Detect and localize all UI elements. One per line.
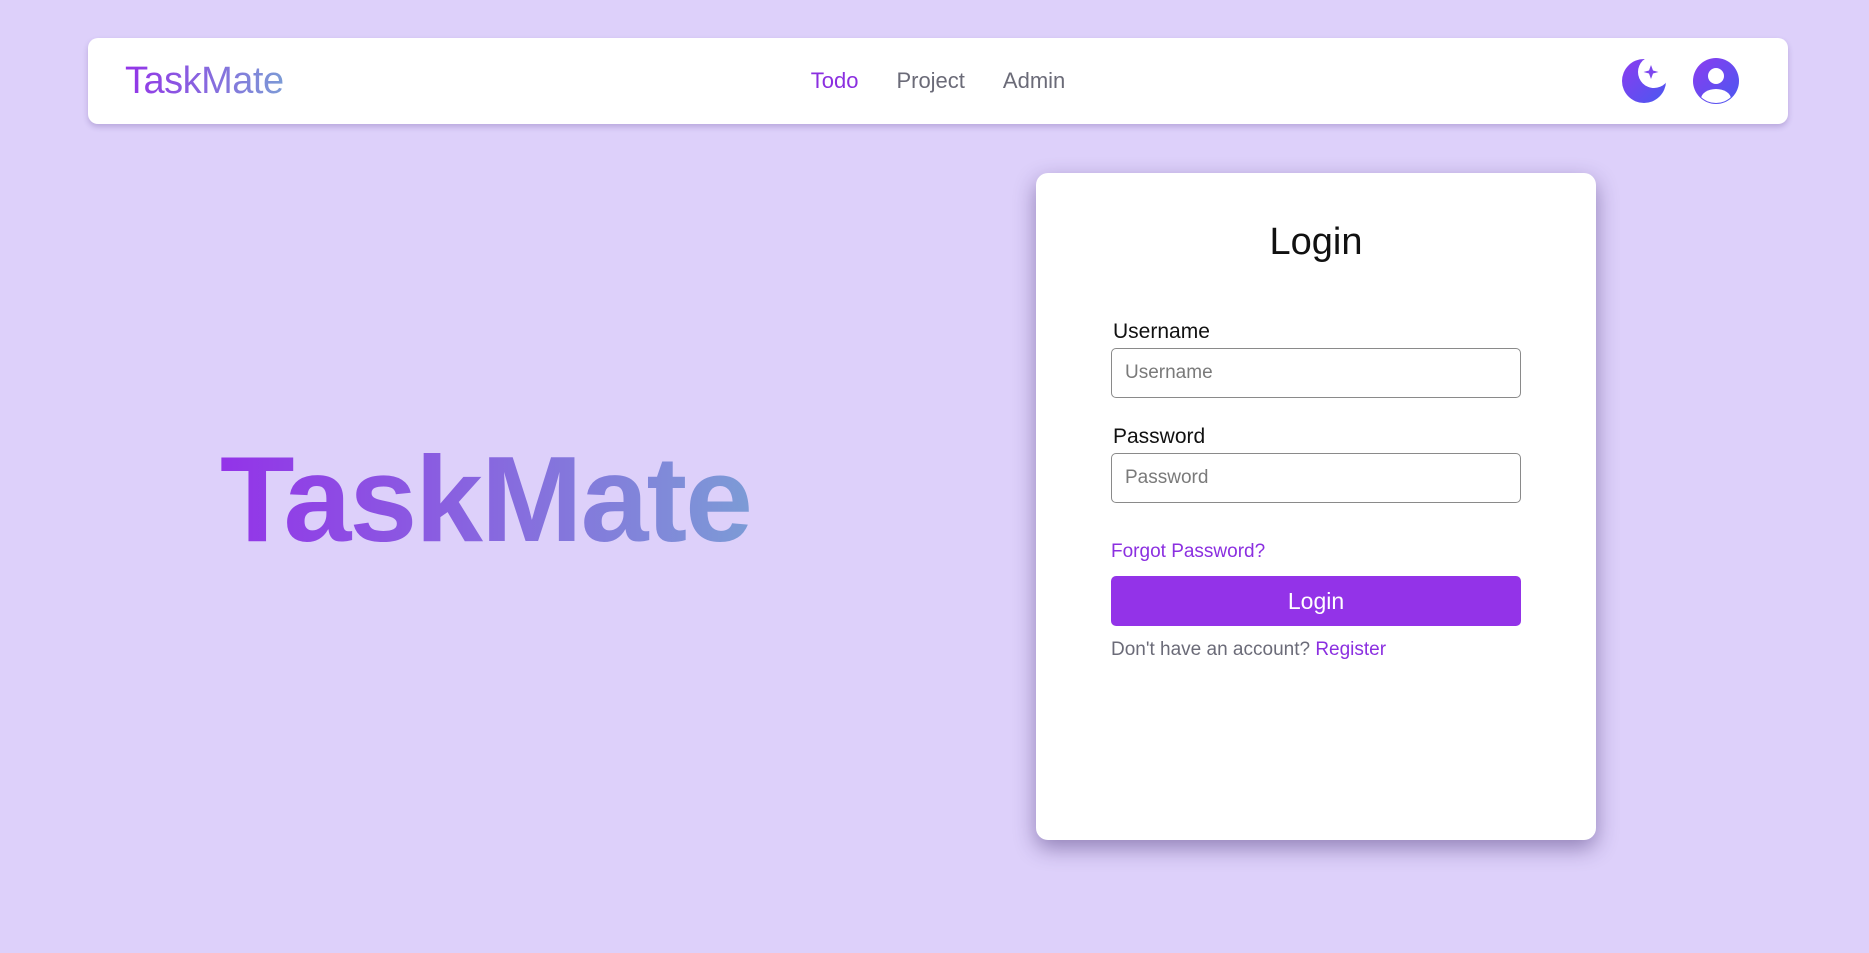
forgot-password-link[interactable]: Forgot Password? (1111, 541, 1265, 563)
nav-link-admin[interactable]: Admin (1003, 68, 1065, 94)
nav-link-project[interactable]: Project (896, 68, 964, 94)
username-label: Username (1113, 320, 1210, 343)
brand-logo[interactable]: TaskMate (125, 38, 284, 124)
password-input[interactable] (1111, 453, 1521, 503)
login-button[interactable]: Login (1111, 576, 1521, 626)
hero-title: TaskMate (220, 431, 753, 567)
navbar: TaskMate Todo Project Admin (88, 38, 1788, 124)
register-prompt-line: Don't have an account? Register (1111, 639, 1386, 661)
password-label: Password (1113, 425, 1206, 448)
login-title: Login (1269, 221, 1363, 263)
register-link[interactable]: Register (1315, 639, 1386, 660)
nav-links: Todo Project Admin (88, 38, 1788, 124)
nav-link-todo[interactable]: Todo (811, 68, 859, 94)
moon-sparkle-icon[interactable] (1620, 56, 1670, 105)
login-card: Login Username Password Forgot Password?… (1036, 173, 1596, 840)
user-circle-icon[interactable] (1692, 57, 1740, 105)
username-input[interactable] (1111, 348, 1521, 398)
register-prompt-text: Don't have an account? (1111, 639, 1311, 660)
